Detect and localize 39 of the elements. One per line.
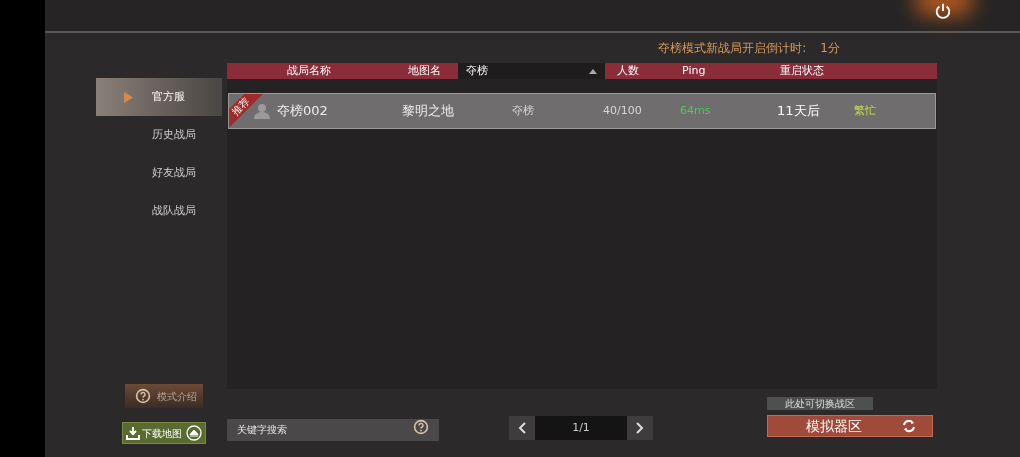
search-field[interactable]: 关键字搜索 xyxy=(227,418,439,441)
download-icon xyxy=(126,426,140,440)
sidebar-item[interactable]: 好友战局 xyxy=(96,154,222,192)
sidebar-item[interactable]: 官方服 xyxy=(96,78,222,116)
tooltip: 此处可切换战区 xyxy=(767,397,873,410)
table-cell-text: 夺榜 xyxy=(512,102,535,119)
table-cell-text: 64ms xyxy=(680,102,712,119)
refresh-icon xyxy=(902,419,916,433)
user-icon xyxy=(253,102,271,120)
chevron-left-icon xyxy=(518,422,526,434)
page-indicator: 1/1 xyxy=(535,416,627,440)
table-cell-text: 11天后 xyxy=(777,102,821,121)
caret-icon xyxy=(589,68,597,74)
column-header: 人数 xyxy=(615,63,640,79)
filter-dropdown[interactable]: 夺榜 xyxy=(458,63,605,79)
table-cell-text: 黎明之地 xyxy=(402,102,455,121)
help-icon xyxy=(413,419,429,435)
region-button[interactable]: 模拟器区 xyxy=(767,415,933,437)
power-icon[interactable] xyxy=(934,2,952,20)
sidebar-item[interactable]: 战队战局 xyxy=(96,192,222,230)
mode-help-button[interactable]: 模式介绍 xyxy=(125,384,203,408)
column-header: 地图名 xyxy=(406,63,442,79)
column-header: 重启状态 xyxy=(779,63,825,79)
eject-icon xyxy=(186,425,202,441)
sidebar-item[interactable]: 历史战局 xyxy=(96,116,222,154)
table-row[interactable]: 推荐 夺榜002 黎明之地 夺榜 40/100 64ms 11天后 繁忙 xyxy=(228,93,936,129)
recommend-ribbon: 推荐 xyxy=(229,94,263,128)
table-cell-text: 繁忙 xyxy=(854,102,876,119)
download-map-button[interactable]: 下载地图 xyxy=(122,422,206,444)
column-header: 战局名称 xyxy=(285,63,332,79)
triangle-icon xyxy=(124,91,133,103)
table-cell-text: 40/100 xyxy=(603,102,643,119)
chevron-right-icon xyxy=(636,422,644,434)
help-icon xyxy=(135,388,151,404)
column-header: Ping xyxy=(681,63,707,79)
next-button[interactable] xyxy=(627,416,653,440)
previous-button[interactable] xyxy=(509,416,535,440)
countdown-text: 夺榜模式新战局开启倒计时: 1分 xyxy=(657,40,841,57)
table-cell-text: 夺榜002 xyxy=(276,102,329,121)
